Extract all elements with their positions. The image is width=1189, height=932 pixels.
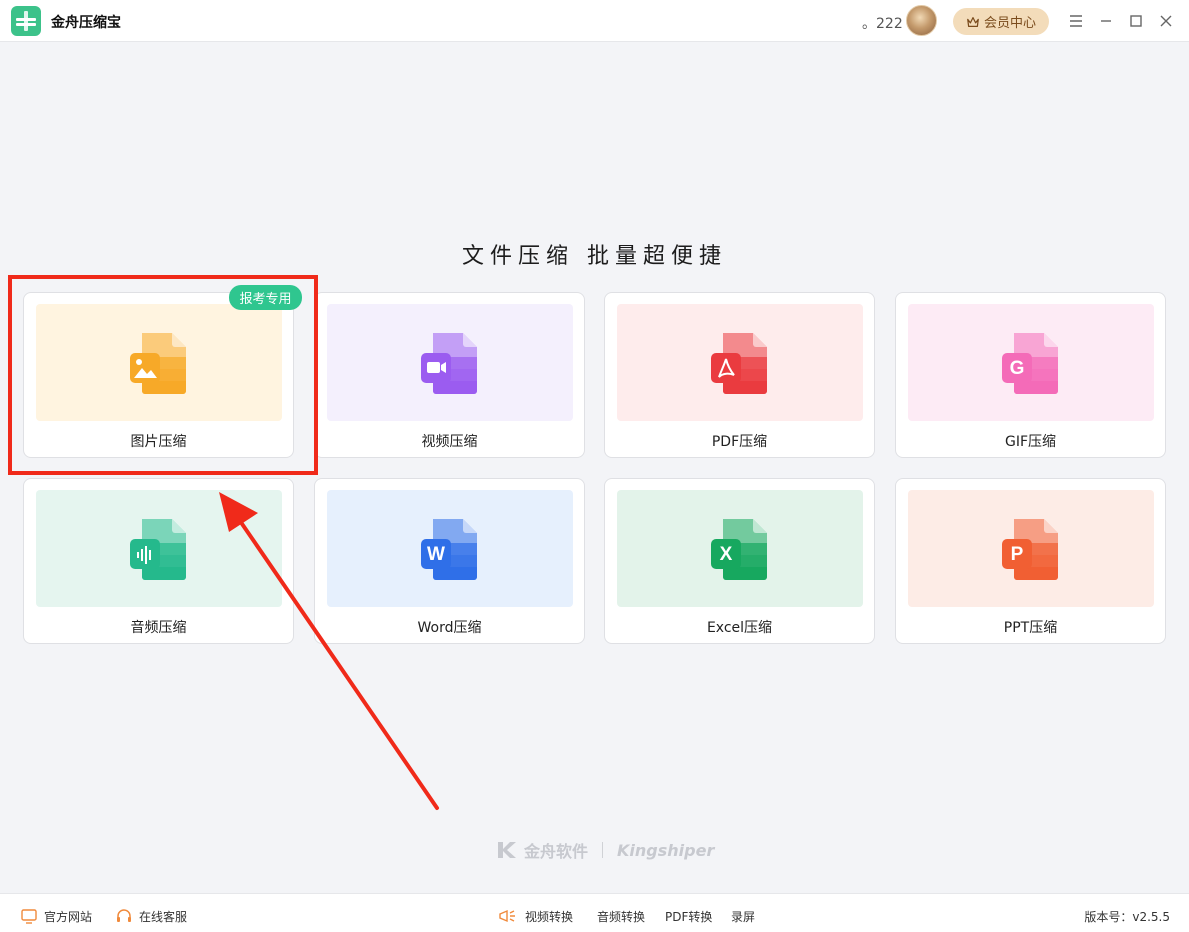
- card-glyph: W: [427, 544, 445, 565]
- website-label: 官方网站: [44, 909, 93, 924]
- vip-center-button[interactable]: 会员中心: [953, 8, 1049, 35]
- app-logo-icon: [11, 6, 41, 36]
- compress-card-7[interactable]: P PPT压缩: [895, 478, 1166, 644]
- card-label: PPT压缩: [1003, 620, 1058, 636]
- video-convert-link[interactable]: 视频转换: [497, 907, 573, 925]
- card-label: 音频压缩: [130, 620, 187, 636]
- crown-icon: [967, 16, 979, 27]
- card-label: Word压缩: [417, 620, 482, 636]
- avatar[interactable]: [906, 5, 937, 36]
- card-glyph: X: [720, 544, 733, 565]
- card-illustration-area: X: [617, 490, 863, 607]
- audio-file-icon: [128, 517, 190, 581]
- audio-convert-link[interactable]: 音频转换: [597, 908, 645, 925]
- card-illustration-area: [36, 490, 282, 607]
- compress-card-3[interactable]: G GIF压缩: [895, 292, 1166, 458]
- card-illustration-area: W: [327, 490, 573, 607]
- exam-badge: 报考专用: [229, 285, 302, 310]
- video-convert-label: 视频转换: [525, 909, 574, 924]
- card-illustration-area: P: [908, 490, 1154, 607]
- service-label: 在线客服: [139, 909, 188, 924]
- pdf-file-icon: [709, 331, 771, 395]
- card-label: PDF压缩: [711, 434, 768, 450]
- screen-record-link[interactable]: 录屏: [731, 908, 755, 925]
- card-glyph: G: [1010, 358, 1025, 379]
- app-title: 金舟压缩宝: [51, 15, 121, 31]
- maximize-icon[interactable]: [1126, 11, 1146, 31]
- compress-card-0[interactable]: 图片压缩: [23, 292, 294, 458]
- user-id: 。222: [862, 16, 903, 32]
- gif-file-icon: G: [1000, 331, 1062, 395]
- close-icon[interactable]: [1156, 11, 1176, 31]
- monitor-icon: [21, 909, 37, 924]
- minimize-icon[interactable]: [1096, 11, 1116, 31]
- online-service-link[interactable]: 在线客服: [115, 907, 187, 925]
- compress-card-1[interactable]: 视频压缩: [314, 292, 585, 458]
- excel-file-icon: X: [709, 517, 771, 581]
- megaphone-icon: [499, 909, 515, 923]
- card-label: GIF压缩: [1004, 434, 1057, 450]
- card-label: Excel压缩: [706, 620, 773, 636]
- kingshiper-logo-icon: [498, 842, 516, 858]
- page-title: 文件压缩 批量超便捷: [462, 244, 727, 269]
- card-illustration-area: [327, 304, 573, 421]
- headset-icon: [117, 909, 131, 922]
- card-glyph: P: [1011, 544, 1024, 565]
- card-label: 图片压缩: [130, 434, 187, 450]
- compress-card-2[interactable]: PDF压缩: [604, 292, 875, 458]
- vip-center-label: 会员中心: [983, 16, 1036, 31]
- compress-card-6[interactable]: X Excel压缩: [604, 478, 875, 644]
- pointer-arrow: [219, 492, 439, 810]
- pdf-convert-link[interactable]: PDF转换: [665, 908, 712, 925]
- menu-icon[interactable]: [1066, 11, 1086, 31]
- compress-card-4[interactable]: 音频压缩: [23, 478, 294, 644]
- card-illustration-area: [36, 304, 282, 421]
- video-file-icon: [419, 331, 481, 395]
- watermark-en: Kingshiper: [617, 840, 715, 860]
- ppt-file-icon: P: [1000, 517, 1062, 581]
- card-illustration-area: G: [908, 304, 1154, 421]
- watermark-cn: 金舟软件: [524, 842, 589, 861]
- word-file-icon: W: [419, 517, 481, 581]
- title-bar: 金舟压缩宝 。222 会员中心: [0, 0, 1189, 42]
- version-text: 版本号：v2.5.5: [1084, 910, 1170, 924]
- status-bar: 官方网站 在线客服 视频转换 音频转换 PDF转换 录屏 版本号：v2.5.5: [0, 893, 1189, 932]
- card-label: 视频压缩: [421, 434, 478, 450]
- image-file-icon: [128, 331, 190, 395]
- compress-card-5[interactable]: W Word压缩: [314, 478, 585, 644]
- website-link[interactable]: 官方网站: [20, 907, 92, 925]
- card-illustration-area: [617, 304, 863, 421]
- brand-watermark: 金舟软件 Kingshiper: [496, 838, 714, 862]
